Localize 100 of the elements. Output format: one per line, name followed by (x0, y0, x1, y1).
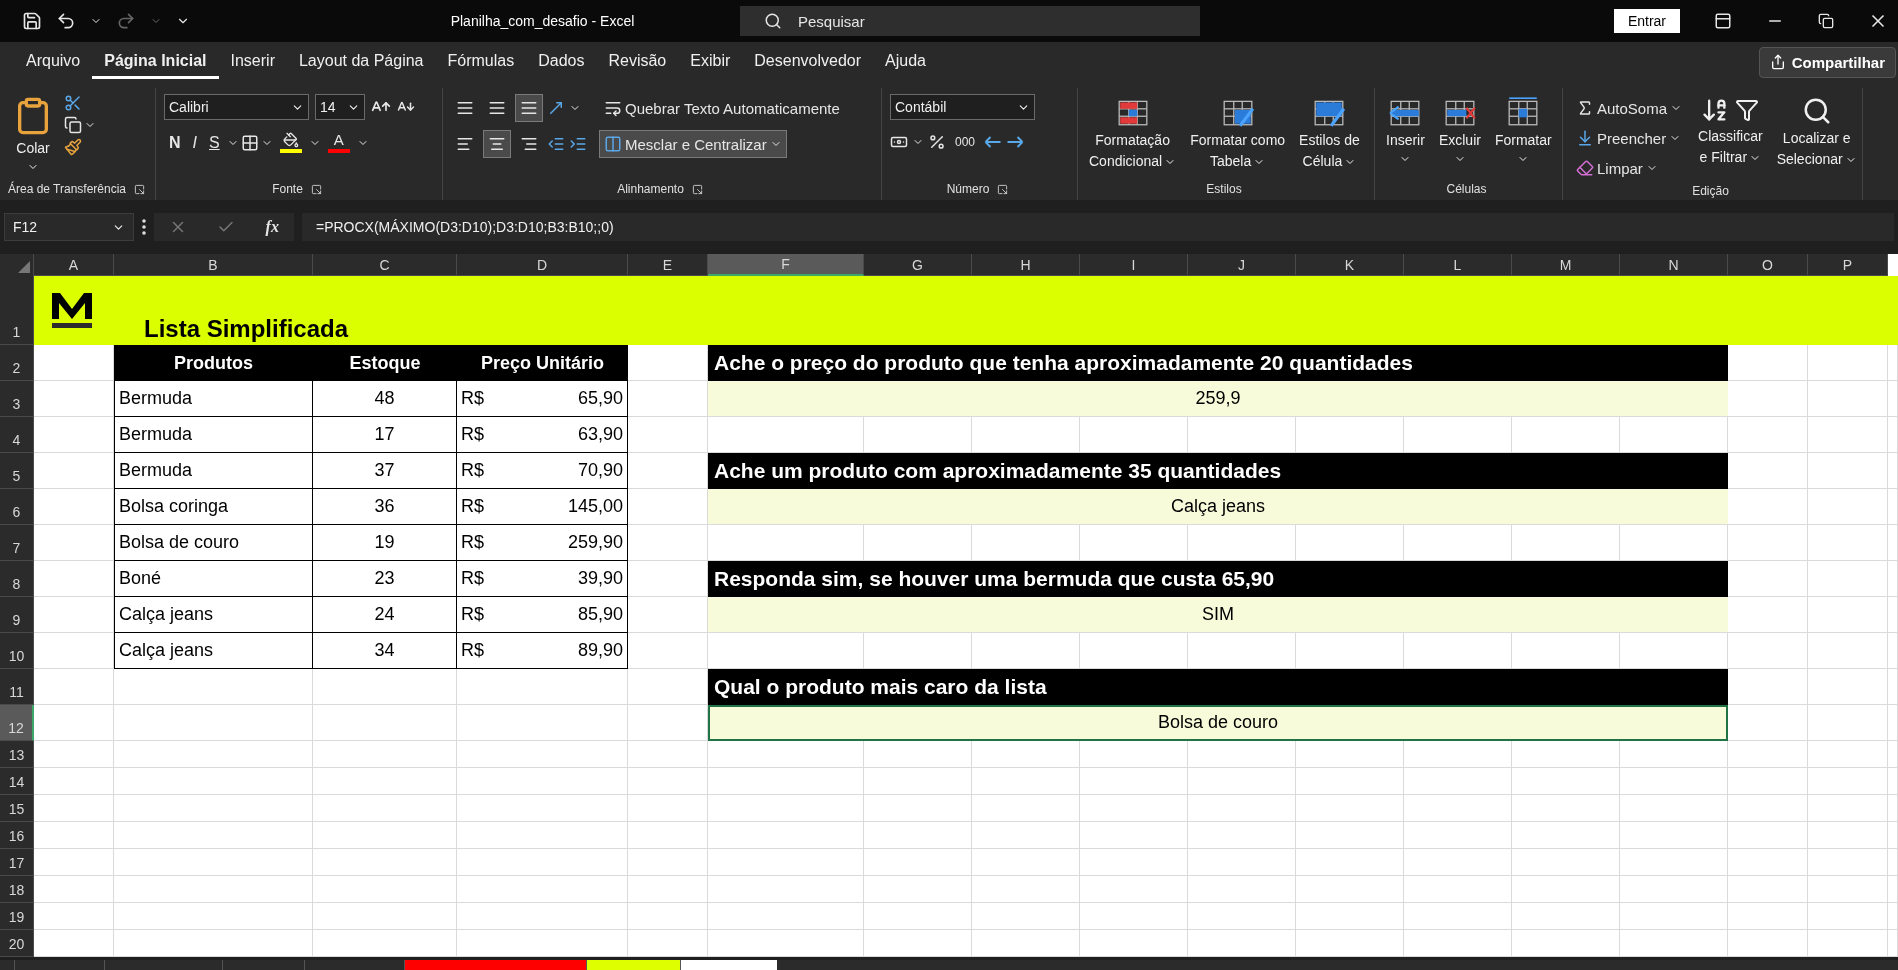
sheet-cell[interactable] (457, 930, 628, 957)
dialog-launcher-icon[interactable] (997, 183, 1009, 195)
sheet-cell[interactable] (1404, 930, 1512, 957)
row-header[interactable]: 8 (0, 561, 34, 597)
column-header[interactable]: F (708, 254, 864, 276)
column-header[interactable]: C (313, 254, 457, 276)
row-header[interactable]: 19 (0, 903, 34, 930)
sheet-cell[interactable] (972, 849, 1080, 876)
sheet-cell[interactable] (1080, 849, 1188, 876)
sheet-cell[interactable] (1728, 903, 1808, 930)
sheet-cell[interactable] (1888, 525, 1898, 561)
sheet-cell[interactable] (1080, 768, 1188, 795)
sheet-cell[interactable] (1888, 705, 1898, 741)
column-header[interactable]: A (34, 254, 114, 276)
sheet-cell[interactable] (864, 903, 972, 930)
sheet-cell[interactable] (313, 822, 457, 849)
ribbon-tab[interactable]: Revisão (596, 45, 679, 79)
sheet-cell[interactable] (1808, 489, 1888, 525)
sheet-cell[interactable] (114, 741, 313, 768)
column-header[interactable]: L (1404, 254, 1512, 276)
row-header[interactable]: 2 (0, 345, 34, 381)
sheet-cell[interactable] (1728, 930, 1808, 957)
sheet-cell[interactable] (1512, 849, 1620, 876)
sheet-cell[interactable] (1620, 822, 1728, 849)
sheet-cell[interactable] (1512, 930, 1620, 957)
sheet-cell[interactable] (864, 849, 972, 876)
cells-button[interactable]: Inserir (1383, 94, 1428, 167)
row-header[interactable]: 1 (0, 276, 34, 345)
sheet-cell[interactable] (1888, 768, 1898, 795)
sheet-cell[interactable] (1620, 849, 1728, 876)
row-header[interactable]: 7 (0, 525, 34, 561)
answer-cell[interactable]: SIM (708, 597, 1728, 633)
sheet-cell[interactable] (1808, 705, 1888, 741)
sheet-cell[interactable] (313, 930, 457, 957)
sheet-cell[interactable] (864, 876, 972, 903)
sheet-cell[interactable] (1808, 633, 1888, 669)
sign-in-button[interactable]: Entrar (1613, 9, 1680, 33)
sheet-cell[interactable] (1808, 930, 1888, 957)
sheet-cell[interactable] (34, 768, 114, 795)
row-header[interactable]: 12 (0, 705, 34, 741)
sheet-cell[interactable] (457, 705, 628, 741)
sheet-cell[interactable] (1808, 453, 1888, 489)
sheet-cell[interactable] (1888, 381, 1898, 417)
row-header[interactable]: 5 (0, 453, 34, 489)
sheet-cell[interactable] (34, 849, 114, 876)
undo-icon[interactable] (56, 11, 76, 31)
increase-indent-icon[interactable] (569, 135, 587, 153)
column-header[interactable]: O (1728, 254, 1808, 276)
sheet-cell[interactable] (1512, 822, 1620, 849)
sheet-cell[interactable] (1296, 903, 1404, 930)
sheet-cell[interactable] (628, 822, 708, 849)
sheet-cell[interactable] (1296, 795, 1404, 822)
sheet-cell[interactable] (1296, 930, 1404, 957)
font-name-dropdown[interactable]: Calibri (164, 94, 309, 120)
bold-button[interactable]: N (164, 128, 186, 157)
sheet-cell[interactable] (34, 705, 114, 741)
ribbon-tab[interactable]: Fórmulas (435, 45, 527, 79)
sheet-cell[interactable] (1888, 930, 1898, 957)
sheet-cell[interactable] (457, 741, 628, 768)
column-header[interactable]: I (1080, 254, 1188, 276)
ribbon-tab[interactable]: Dados (526, 45, 597, 79)
row-header[interactable]: 14 (0, 768, 34, 795)
sheet-cell[interactable] (1404, 822, 1512, 849)
sheet-cell[interactable] (864, 795, 972, 822)
sheet-cell[interactable] (313, 903, 457, 930)
styles-button[interactable]: Estilos de Célula (1296, 94, 1363, 172)
sheet-cell[interactable] (1296, 768, 1404, 795)
sheet-cell[interactable] (34, 876, 114, 903)
row-header[interactable]: 20 (0, 930, 34, 957)
increase-decimal-icon[interactable] (984, 136, 1003, 148)
column-header[interactable]: G (864, 254, 972, 276)
row-header[interactable]: 16 (0, 822, 34, 849)
ribbon-display-icon[interactable] (1714, 12, 1732, 30)
ribbon-tab[interactable]: Arquivo (14, 45, 93, 79)
sheet-cell[interactable] (1404, 903, 1512, 930)
row-header[interactable]: 4 (0, 417, 34, 453)
number-format-dropdown[interactable]: Contábil (890, 94, 1035, 120)
answer-cell[interactable]: Bolsa de couro (708, 705, 1728, 741)
sheet-cell[interactable] (1888, 417, 1898, 453)
sheet-cell[interactable] (114, 930, 313, 957)
row-header[interactable]: 3 (0, 381, 34, 417)
cells-button[interactable]: Excluir (1435, 94, 1484, 167)
answer-cell[interactable]: Calça jeans (708, 489, 1728, 525)
dialog-launcher-icon[interactable] (691, 183, 703, 195)
sheet-cell[interactable] (1404, 849, 1512, 876)
sheet-cell[interactable] (1728, 633, 1808, 669)
sheet-cell[interactable] (1888, 489, 1898, 525)
ribbon-tab[interactable]: Desenvolvedor (742, 45, 873, 79)
sheet-cell[interactable] (1512, 768, 1620, 795)
sheet-cell[interactable] (457, 795, 628, 822)
styles-button[interactable]: Formatação Condicional (1086, 94, 1180, 172)
sheet-cell[interactable] (1620, 768, 1728, 795)
clear-button[interactable]: Limpar (1571, 154, 1688, 182)
sheet-cell[interactable] (972, 795, 1080, 822)
comma-style-button[interactable]: 000 (950, 128, 981, 156)
sheet-tab[interactable] (404, 960, 586, 970)
sheet-tab[interactable] (586, 960, 680, 970)
sheet-cell[interactable] (628, 930, 708, 957)
sheet-tab[interactable] (680, 960, 777, 970)
ribbon-tab[interactable]: Página Inicial (92, 45, 219, 79)
